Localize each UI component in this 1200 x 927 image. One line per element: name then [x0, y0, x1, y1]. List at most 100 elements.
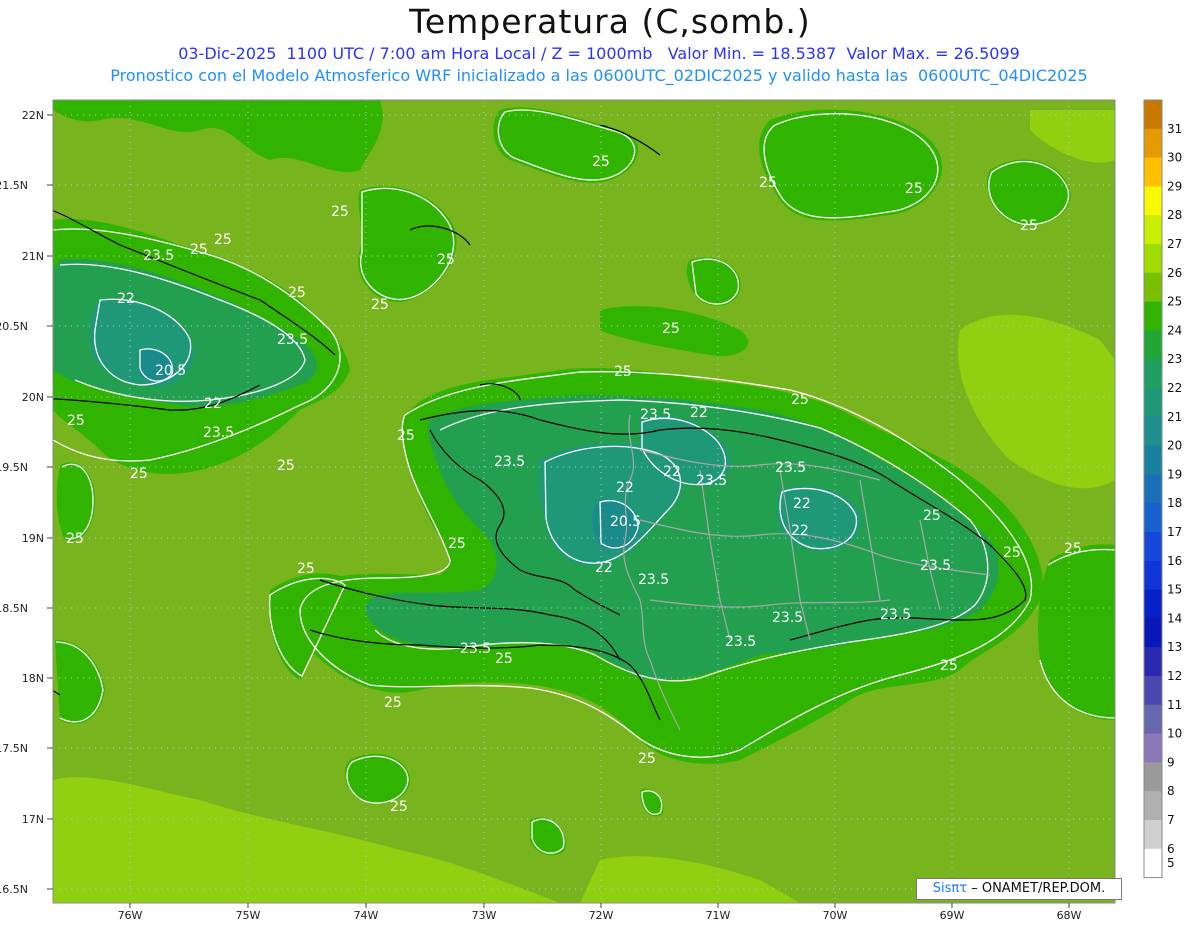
- colorbar-swatch: [1144, 560, 1162, 591]
- colorbar-swatch: [1144, 474, 1162, 504]
- contour-label: 25: [384, 695, 402, 711]
- colorbar-label: 5: [1167, 856, 1175, 870]
- colorbar-label: 26: [1167, 266, 1182, 280]
- lat-label: 19.5N: [0, 461, 28, 474]
- contour-label: 23.5: [638, 572, 669, 588]
- lat-label: 20.5N: [0, 320, 28, 333]
- lon-label: 73W: [472, 909, 497, 922]
- colorbar-swatch: [1144, 618, 1162, 648]
- colorbar-swatch: [1144, 244, 1162, 274]
- contour-label: 25: [190, 242, 208, 258]
- lat-label: 17.5N: [0, 742, 28, 755]
- sispi-logo: Sisπτ: [932, 881, 968, 896]
- contour-label: 25: [288, 285, 306, 301]
- contour-label: 25: [297, 561, 315, 577]
- contour-label: 25: [130, 466, 148, 482]
- contour-label: 22: [204, 396, 222, 412]
- colorbar-label: 9: [1167, 755, 1175, 769]
- contour-label: 22: [117, 291, 135, 307]
- colorbar-swatch: [1144, 100, 1162, 130]
- colorbar-swatch: [1144, 359, 1162, 389]
- lat-label: 20N: [22, 391, 44, 404]
- contour-label: 25: [397, 428, 415, 444]
- colorbar-label: 25: [1167, 295, 1182, 309]
- lat-label: 21N: [22, 250, 44, 263]
- lat-label: 22N: [22, 109, 44, 122]
- lat-label: 19N: [22, 532, 44, 545]
- colorbar-label: 31: [1167, 122, 1182, 136]
- colorbar-swatch: [1144, 445, 1162, 475]
- contour-label: 22: [595, 560, 613, 576]
- colorbar-swatch: [1144, 848, 1162, 879]
- colorbar-swatch: [1144, 388, 1162, 418]
- credit-text: – ONAMET/REP.DOM.: [971, 881, 1106, 896]
- colorbar-label: 13: [1167, 640, 1182, 654]
- colorbar-label: 23: [1167, 352, 1182, 366]
- contour-label: 25: [759, 175, 777, 191]
- contour-label: 25: [390, 799, 408, 815]
- colorbar-label: 15: [1167, 583, 1182, 597]
- colorbar-swatch: [1144, 157, 1162, 187]
- colorbar-label: 10: [1167, 727, 1182, 741]
- colorbar-label: 30: [1167, 151, 1182, 165]
- contour-label: 20.5: [155, 363, 186, 379]
- contour-label: 20.5: [610, 514, 641, 530]
- lat-label: 16.5N: [0, 883, 28, 896]
- colorbar-swatch: [1144, 647, 1162, 677]
- colorbar-swatch: [1144, 532, 1162, 562]
- colorbar-label: 18: [1167, 496, 1182, 510]
- contour-label: 22: [791, 523, 809, 539]
- contour-label: 25: [371, 297, 389, 313]
- colorbar-swatch: [1144, 820, 1162, 850]
- contour-label: 25: [277, 458, 295, 474]
- contour-label: 23.5: [203, 425, 234, 441]
- contour-label: 25: [1064, 541, 1082, 557]
- colorbar-swatch: [1144, 301, 1162, 331]
- colorbar-swatch: [1144, 704, 1162, 735]
- contour-label: 25: [791, 392, 809, 408]
- contour-label: 23.5: [772, 610, 803, 626]
- colorbar-label: 20: [1167, 439, 1182, 453]
- colorbar-label: 29: [1167, 179, 1182, 193]
- contour-label: 23.5: [880, 607, 911, 623]
- contour-label: 25: [940, 658, 958, 674]
- lon-label: 76W: [118, 909, 143, 922]
- colorbar-swatch: [1144, 791, 1162, 821]
- longitude-axis: 76W 75W 74W 73W 72W 71W 70W 69W 68W: [118, 903, 1082, 922]
- contour-label: 25: [66, 531, 84, 547]
- colorbar-swatch: [1144, 128, 1162, 159]
- colorbar-swatch: [1144, 589, 1162, 619]
- contour-label: 23.5: [494, 454, 525, 470]
- lat-label: 18.5N: [0, 602, 28, 615]
- latitude-axis: 22N 21.5N 21N 20.5N 20N 19.5N 19N 18.5N …: [0, 109, 53, 896]
- colorbar-swatch: [1144, 272, 1162, 303]
- contour-label: 23.5: [460, 641, 491, 657]
- contour-label: 25: [331, 204, 349, 220]
- colorbar-label: 21: [1167, 410, 1182, 424]
- contour-label: 25: [1020, 218, 1038, 234]
- colorbar-label: 6: [1167, 842, 1175, 856]
- lat-label: 18N: [22, 672, 44, 685]
- lat-label: 17N: [22, 813, 44, 826]
- colorbar-swatch: [1144, 330, 1162, 360]
- contour-label: 25: [592, 154, 610, 170]
- contour-label: 25: [214, 232, 232, 248]
- contour-label: 25: [1003, 545, 1021, 561]
- lon-label: 71W: [706, 909, 731, 922]
- colorbar-label: 7: [1167, 813, 1175, 827]
- contour-label: 22: [690, 405, 708, 421]
- lon-label: 70W: [823, 909, 848, 922]
- colorbar-label: 11: [1167, 698, 1182, 712]
- colorbar-label: 28: [1167, 208, 1182, 222]
- contour-label: 25: [614, 364, 632, 380]
- colorbar-label: 17: [1167, 525, 1182, 539]
- lon-label: 75W: [236, 909, 261, 922]
- temperature-map: 25 23.5 22 20.5 25 23.5 22 25 25 25 25 2…: [0, 99, 1182, 922]
- contour-label: 23.5: [725, 634, 756, 650]
- colorbar-swatch: [1144, 186, 1162, 216]
- colorbar-swatch: [1144, 762, 1162, 792]
- contour-label: 25: [67, 413, 85, 429]
- colorbar-label: 16: [1167, 554, 1182, 568]
- colorbar-swatch: [1144, 416, 1162, 447]
- colorbar-label: 14: [1167, 611, 1182, 625]
